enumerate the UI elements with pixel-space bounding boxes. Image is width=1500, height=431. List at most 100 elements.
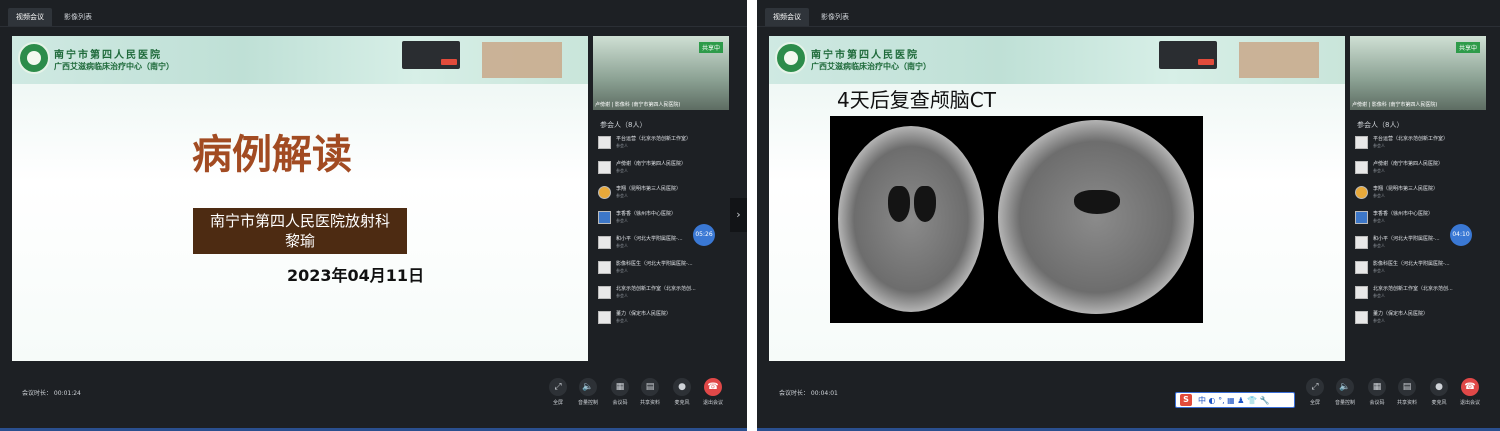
list-item[interactable]: 卢傍谢（南宁市第四人民医院） 参会人 bbox=[598, 161, 734, 186]
participant-list: 参会人（8人） 平台运营（北京示范创新工作室） 参会人 卢傍谢（南宁市第四人民医院… bbox=[1355, 112, 1491, 336]
speaker-icon: 🔈 bbox=[579, 378, 597, 396]
avatar bbox=[598, 261, 611, 274]
countdown-timer[interactable]: 05:26 bbox=[693, 224, 715, 246]
popup-button[interactable] bbox=[441, 59, 457, 65]
ime-toolbar[interactable]: S 中 ◐ °, ▦ ♟ 👕 🔧 bbox=[1175, 392, 1295, 408]
floating-popup[interactable] bbox=[402, 41, 460, 69]
qr-icon: ▦ bbox=[611, 378, 629, 396]
ventricle bbox=[914, 186, 936, 222]
meeting-window-2: 视频会议 影像列表 南宁市第四人民医院 广西艾滋病临床治疗中心（南宁） 4天后复… bbox=[757, 0, 1500, 431]
microphone-button[interactable]: ● 麦克风 bbox=[1426, 378, 1452, 406]
presenter-dept: 南宁市第四人民医院放射科 bbox=[209, 212, 390, 230]
shared-slide: 南宁市第四人民医院 广西艾滋病临床治疗中心（南宁） 4天后复查颅脑CT bbox=[769, 36, 1345, 361]
video-caption: 卢傍谢 | 影像科 (南宁市第四人民医院) bbox=[1352, 102, 1438, 108]
list-item[interactable]: 影像科医生（河北大学附属医院-... 参会人 bbox=[1355, 261, 1491, 286]
meeting-window-1: 视频会议 影像列表 南宁市第四人民医院 广西艾滋病临床治疗中心（南宁） 病例解读… bbox=[0, 0, 747, 431]
list-item[interactable]: 北京示范创新工作室（北京示范创... 参会人 bbox=[598, 286, 734, 311]
popup-button[interactable] bbox=[1198, 59, 1214, 65]
presenter-name: 黎瑜 bbox=[284, 232, 315, 250]
hospital-banner: 南宁市第四人民医院 广西艾滋病临床治疗中心（南宁） bbox=[12, 36, 588, 84]
avatar bbox=[598, 211, 611, 224]
avatar bbox=[1355, 186, 1368, 199]
meeting-code-button[interactable]: ▦ 会议码 bbox=[1364, 378, 1390, 406]
share-button[interactable]: ▤ 共享资料 bbox=[637, 378, 663, 406]
list-item[interactable]: 董力（保定市人民医院） 参会人 bbox=[1355, 311, 1491, 336]
avatar bbox=[1355, 161, 1368, 174]
divider bbox=[757, 26, 1500, 27]
list-item[interactable]: 平台运营（北京示范创新工作室） 参会人 bbox=[1355, 136, 1491, 161]
ventricle bbox=[888, 186, 910, 222]
participant-header: 参会人（8人） bbox=[1357, 121, 1404, 129]
calligraphy-banner bbox=[482, 42, 562, 78]
chevron-right-icon[interactable]: › bbox=[730, 198, 747, 232]
meeting-duration: 会议时长： 00:04:01 bbox=[779, 390, 838, 397]
volume-button[interactable]: 🔈 音量控制 bbox=[1332, 378, 1358, 406]
avatar bbox=[1355, 236, 1368, 249]
avatar bbox=[1355, 311, 1368, 324]
sharing-badge: 共享中 bbox=[1455, 42, 1480, 53]
tab-image-list[interactable]: 影像列表 bbox=[813, 8, 857, 26]
meeting-duration: 会议时长： 00:01:24 bbox=[22, 390, 81, 397]
countdown-timer[interactable]: 04:10 bbox=[1450, 224, 1472, 246]
speaker-icon: 🔈 bbox=[1336, 378, 1354, 396]
fullscreen-button[interactable]: ⤢ 全屏 bbox=[1302, 378, 1328, 406]
document-icon: ▤ bbox=[641, 378, 659, 396]
sharing-badge: 共享中 bbox=[698, 42, 723, 53]
slide-title: 4天后复查颅脑CT bbox=[837, 88, 996, 112]
divider bbox=[0, 26, 747, 27]
meeting-code-button[interactable]: ▦ 会议码 bbox=[607, 378, 633, 406]
floating-popup[interactable] bbox=[1159, 41, 1217, 69]
tab-image-list[interactable]: 影像列表 bbox=[56, 8, 100, 26]
share-button[interactable]: ▤ 共享资料 bbox=[1394, 378, 1420, 406]
microphone-icon: ● bbox=[1430, 378, 1448, 396]
list-item[interactable]: 董力（保定市人民医院） 参会人 bbox=[598, 311, 734, 336]
hospital-logo bbox=[775, 42, 807, 74]
axial-ct-slice bbox=[838, 126, 984, 312]
control-bar: 会议时长： 00:04:01 S 中 ◐ °, ▦ ♟ 👕 🔧 ⤢ 全屏 🔈 音量控… bbox=[757, 368, 1500, 431]
tab-bar: 视频会议 影像列表 bbox=[757, 8, 1500, 26]
tab-video-meeting[interactable]: 视频会议 bbox=[765, 8, 809, 26]
avatar bbox=[598, 136, 611, 149]
microphone-icon: ● bbox=[673, 378, 691, 396]
video-caption: 卢傍谢 | 影像科 (南宁市第四人民医院) bbox=[595, 102, 681, 108]
hospital-center: 广西艾滋病临床治疗中心（南宁） bbox=[54, 62, 174, 71]
list-item[interactable]: 影像科医生（河北大学附属医院-... 参会人 bbox=[598, 261, 734, 286]
hospital-center: 广西艾滋病临床治疗中心（南宁） bbox=[811, 62, 931, 71]
qr-icon: ▦ bbox=[1368, 378, 1386, 396]
ct-scan-image bbox=[830, 116, 1203, 323]
leave-meeting-button[interactable]: ☎ 退出会议 bbox=[700, 378, 726, 406]
volume-button[interactable]: 🔈 音量控制 bbox=[575, 378, 601, 406]
list-item[interactable]: 平台运营（北京示范创新工作室） 参会人 bbox=[598, 136, 734, 161]
avatar bbox=[598, 186, 611, 199]
fullscreen-button[interactable]: ⤢ 全屏 bbox=[545, 378, 571, 406]
presenter-box: 南宁市第四人民医院放射科 黎瑜 bbox=[193, 208, 407, 254]
avatar bbox=[1355, 286, 1368, 299]
list-item[interactable]: 北京示范创新工作室（北京示范创... 参会人 bbox=[1355, 286, 1491, 311]
calligraphy-banner bbox=[1239, 42, 1319, 78]
hangup-icon: ☎ bbox=[704, 378, 722, 396]
hospital-banner: 南宁市第四人民医院 广西艾滋病临床治疗中心（南宁） bbox=[769, 36, 1345, 84]
avatar bbox=[598, 286, 611, 299]
video-feed[interactable]: 共享中 卢傍谢 | 影像科 (南宁市第四人民医院) bbox=[1350, 36, 1486, 110]
hospital-logo bbox=[18, 42, 50, 74]
hangup-icon: ☎ bbox=[1461, 378, 1479, 396]
hospital-name: 南宁市第四人民医院 bbox=[54, 50, 162, 61]
avatar bbox=[598, 161, 611, 174]
ime-status: 中 ◐ °, ▦ ♟ 👕 🔧 bbox=[1198, 395, 1270, 405]
leave-meeting-button[interactable]: ☎ 退出会议 bbox=[1457, 378, 1483, 406]
tab-video-meeting[interactable]: 视频会议 bbox=[8, 8, 52, 26]
shared-slide: 南宁市第四人民医院 广西艾滋病临床治疗中心（南宁） 病例解读 南宁市第四人民医院… bbox=[12, 36, 588, 361]
list-item[interactable]: 卢傍谢（南宁市第四人民医院） 参会人 bbox=[1355, 161, 1491, 186]
list-item[interactable]: 李翔（昆明市第三人民医院） 参会人 bbox=[598, 186, 734, 211]
microphone-button[interactable]: ● 麦克风 bbox=[669, 378, 695, 406]
list-item[interactable]: 李翔（昆明市第三人民医院） 参会人 bbox=[1355, 186, 1491, 211]
avatar bbox=[1355, 261, 1368, 274]
avatar bbox=[1355, 211, 1368, 224]
ventricle bbox=[1074, 190, 1120, 214]
sogou-icon: S bbox=[1180, 394, 1192, 406]
avatar bbox=[598, 311, 611, 324]
slide-date: 2023年04月11日 bbox=[287, 266, 425, 285]
avatar bbox=[598, 236, 611, 249]
expand-icon: ⤢ bbox=[549, 378, 567, 396]
video-feed[interactable]: 共享中 卢傍谢 | 影像科 (南宁市第四人民医院) bbox=[593, 36, 729, 110]
